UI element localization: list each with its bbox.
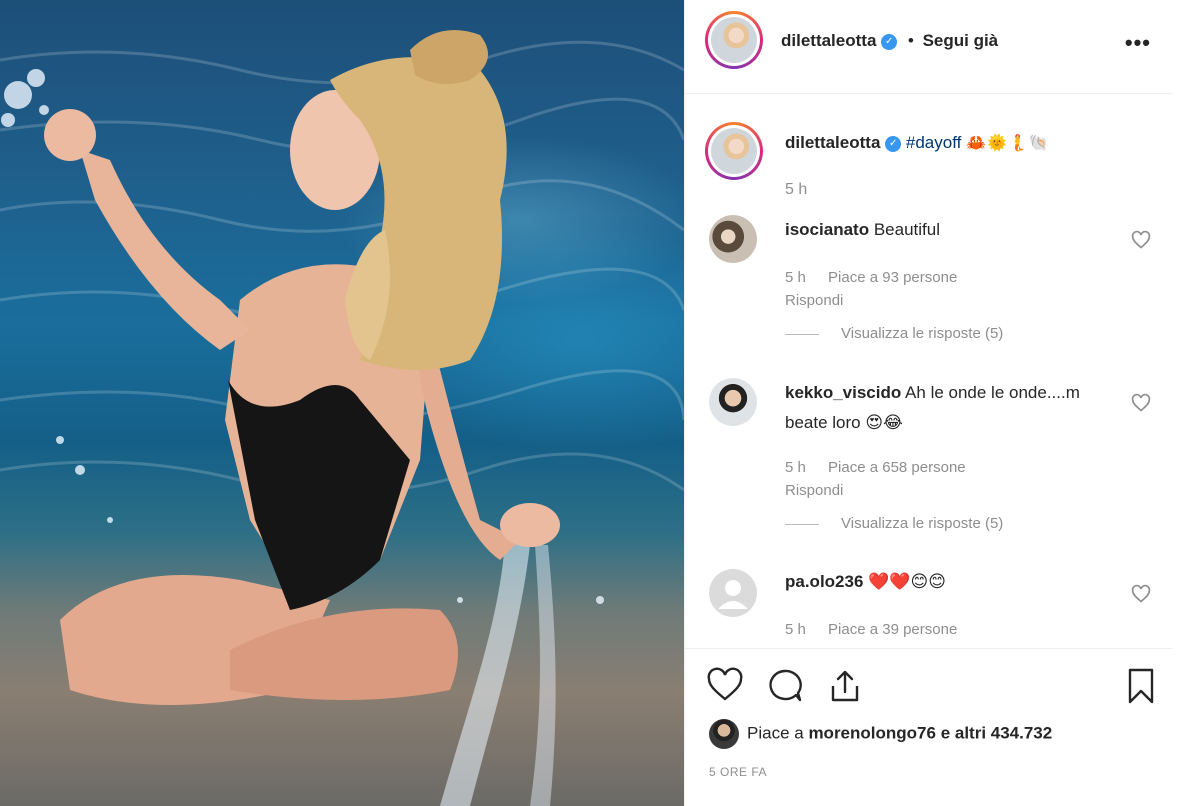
view-replies-button[interactable]: Visualizza le risposte (5) [785, 515, 1003, 532]
commenter-username[interactable]: kekko_viscido [785, 383, 901, 402]
post-photo[interactable] [0, 0, 684, 806]
view-replies-button[interactable]: Visualizza le risposte (5) [785, 325, 1003, 342]
commenter-avatar[interactable] [709, 378, 757, 426]
more-options-icon[interactable]: ••• [1125, 30, 1151, 56]
commenter-avatar[interactable] [709, 569, 757, 617]
comment-text: ❤️❤️😊😊 [868, 572, 946, 591]
likes-prefix: Piace a [747, 723, 804, 743]
view-replies-label: Visualizza le risposte (5) [841, 325, 1004, 342]
comment-time[interactable]: 5 h [785, 459, 806, 476]
post-header: dilettaleotta ✓ • Segui già ••• [685, 0, 1173, 94]
verified-badge-icon: ✓ [881, 33, 898, 50]
caption-username[interactable]: dilettaleotta [785, 133, 880, 152]
like-comment-heart-icon[interactable] [1131, 230, 1151, 250]
like-comment-heart-icon[interactable] [1131, 393, 1151, 413]
comment-likes[interactable]: Piace a 658 persone [828, 459, 966, 476]
view-replies-label: Visualizza le risposte (5) [841, 515, 1004, 532]
separator: • [907, 31, 914, 50]
commenter-avatar[interactable] [709, 215, 757, 263]
comment-text: Beautiful [873, 220, 940, 239]
verified-badge-icon: ✓ [885, 135, 902, 152]
share-upload-icon[interactable] [825, 666, 865, 706]
like-comment-heart-icon[interactable] [1131, 584, 1151, 604]
commenter-username[interactable]: isocianato [785, 220, 869, 239]
liker-avatar[interactable] [709, 719, 739, 749]
caption-time[interactable]: 5 h [785, 181, 807, 199]
default-avatar-icon [718, 580, 748, 609]
bookmark-icon[interactable] [1121, 666, 1161, 706]
comments-list[interactable]: dilettaleotta ✓ #dayoff 🦀🌞🧜🐚 5 h isocian… [685, 95, 1173, 647]
like-heart-icon[interactable] [705, 666, 745, 706]
post-time-ago[interactable]: 5 ORE FA [709, 765, 767, 779]
comment-likes[interactable]: Piace a 93 persone [828, 269, 957, 286]
comment-time[interactable]: 5 h [785, 621, 806, 638]
liker-username[interactable]: morenolongo76 [808, 723, 936, 742]
reply-button[interactable]: Rispondi [785, 292, 843, 309]
page-margin [1172, 0, 1200, 806]
post-actions: Piace a morenolongo76 e altri 434.732 5 … [685, 648, 1173, 806]
photo-illustration [0, 30, 684, 806]
comment-bubble-icon[interactable] [765, 666, 805, 706]
likes-summary[interactable]: Piace a morenolongo76 e altri 434.732 [709, 719, 1052, 749]
comment-time[interactable]: 5 h [785, 269, 806, 286]
caption-hashtag[interactable]: #dayoff [906, 133, 961, 152]
author-username[interactable]: dilettaleotta [781, 31, 876, 50]
author-avatar[interactable] [705, 11, 763, 69]
caption-avatar[interactable] [705, 122, 763, 180]
comment-likes[interactable]: Piace a 39 persone [828, 621, 957, 638]
follow-status-button[interactable]: Segui già [923, 31, 999, 50]
post-side-panel: dilettaleotta ✓ • Segui già ••• dilettal… [684, 0, 1173, 806]
commenter-username[interactable]: pa.olo236 [785, 572, 863, 591]
likes-count[interactable]: e altri 434.732 [941, 723, 1053, 742]
caption-emojis: 🦀🌞🧜🐚 [966, 135, 1050, 152]
reply-button[interactable]: Rispondi [785, 482, 843, 499]
